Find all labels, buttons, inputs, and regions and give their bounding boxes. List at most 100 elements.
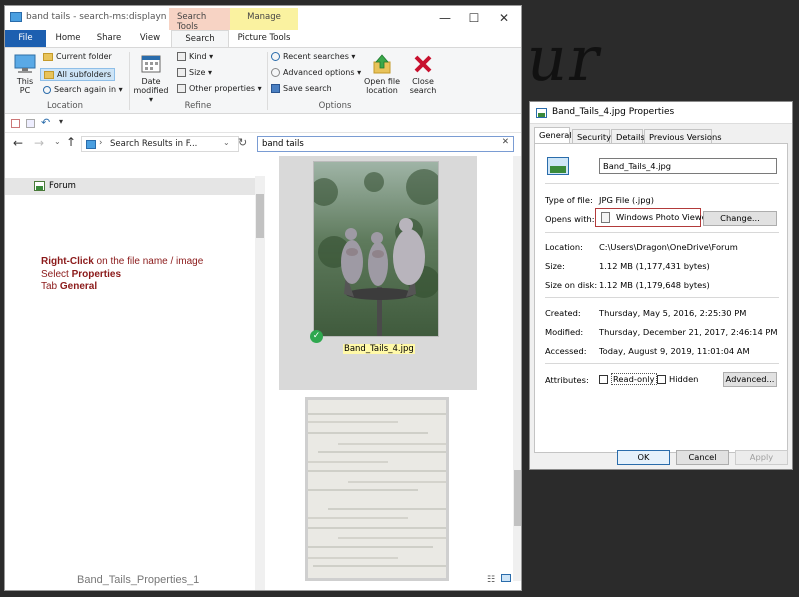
navigation-pane: Forum Right-Click on the file name / ima… [5,156,267,590]
ribbon-tabs: File Home Share View Search Picture Tool… [5,30,521,47]
forward-arrow-icon[interactable]: → [34,136,44,150]
tab-general[interactable]: General [534,127,572,144]
size-button[interactable]: Size ▾ [177,68,212,77]
accessed-value: Today, August 9, 2019, 11:01:04 AM [599,346,750,356]
apply-button[interactable]: Apply [735,450,788,465]
close-button[interactable]: ✕ [493,10,515,26]
date-modified-button[interactable]: Date modified ▾ [131,53,171,104]
current-folder-button[interactable]: Current folder [43,52,112,61]
properties-check-icon[interactable] [11,119,20,128]
tab-file[interactable]: File [5,30,46,47]
minimize-button[interactable]: — [434,10,456,26]
change-button[interactable]: Change... [703,211,777,226]
nav-scrollbar[interactable] [255,176,265,590]
search-icon [43,85,51,94]
hidden-checkbox[interactable]: Hidden [657,374,698,384]
advanced-options-button[interactable]: Advanced options ▾ [271,68,361,77]
cancel-button[interactable]: Cancel [676,450,729,465]
file-tile-band-tails-4[interactable]: ✓ Band_Tails_4.jpg [279,156,477,390]
folders-icon [44,70,54,79]
file-explorer-window: band tails - search-ms:displayname... Se… [4,5,522,591]
new-folder-icon[interactable] [26,119,35,128]
refresh-icon[interactable]: ↻ [238,136,247,149]
refine-group-label: Refine [184,101,212,111]
size-on-disk-label: Size on disk: [545,280,598,290]
close-red-x-icon [414,55,432,73]
close-search-button[interactable]: Close search [406,53,440,95]
nav-item-forum[interactable]: Forum [5,178,255,195]
details-view-icon[interactable]: ☷ [487,575,495,585]
search-input[interactable]: band tails ✕ [257,136,514,152]
attributes-label: Attributes: [545,375,589,385]
kind-icon [177,52,186,61]
open-folder-arrow-icon [373,54,391,74]
all-subfolders-label: All subfolders [57,70,112,79]
save-icon [271,84,280,93]
size-label: Size ▾ [189,68,212,77]
other-properties-label: Other properties ▾ [189,84,262,93]
read-only-checkbox-box[interactable] [599,375,608,384]
navigation-bar: ← → ⌄ ↑ › Search Results in F... ⌄ ↻ ban… [5,133,521,155]
pigeons-photo-thumbnail [313,161,439,337]
save-search-button[interactable]: Save search [271,84,332,93]
maximize-button[interactable]: ☐ [463,10,485,26]
instruction-line1-rest: on the file name / image [93,256,204,267]
this-pc-button[interactable]: This PC [11,53,39,95]
nav-scrollbar-thumb[interactable] [256,194,264,238]
recent-locations-chevron-icon[interactable]: ⌄ [54,137,61,146]
tab-home[interactable]: Home [48,30,88,47]
opens-with-label: Opens with: [545,214,595,224]
tab-share[interactable]: Share [89,30,129,47]
file-name-label[interactable]: Band_Tails_4.jpg [343,344,415,354]
created-value: Thursday, May 5, 2016, 2:25:30 PM [599,308,747,318]
recent-searches-label: Recent searches ▾ [283,52,356,61]
other-properties-button[interactable]: Other properties ▾ [177,84,262,93]
second-image-thumbnail[interactable] [305,397,449,581]
address-bar[interactable]: › Search Results in F... [81,136,239,152]
divider [545,297,779,298]
tab-details[interactable]: Details [611,129,645,144]
customize-qat-icon[interactable]: ▾ [59,117,63,126]
hidden-label: Hidden [669,374,699,384]
instruction-general: General [59,281,98,292]
breadcrumb-chevron-icon: › [99,138,103,148]
all-subfolders-button[interactable]: All subfolders [40,68,116,81]
advanced-options-label: Advanced options ▾ [283,68,362,77]
search-again-in-button[interactable]: Search again in ▾ [43,85,123,94]
ribbon-separator [267,52,268,110]
large-icons-view-icon[interactable] [500,574,511,582]
recent-searches-button[interactable]: Recent searches ▾ [271,52,355,61]
search-tools-context-tab: Search Tools [169,8,230,32]
files-scrollbar[interactable] [513,156,521,581]
tab-search[interactable]: Search [171,30,229,47]
kind-button[interactable]: Kind ▾ [177,52,213,61]
properties-dialog: Band_Tails_4.jpg Properties General Secu… [529,101,793,470]
advanced-button[interactable]: Advanced... [723,372,777,387]
ok-button[interactable]: OK [617,450,670,465]
up-arrow-icon[interactable]: ↑ [66,135,76,149]
clear-search-icon[interactable]: ✕ [502,137,509,147]
tab-previous-versions[interactable]: Previous Versions [644,129,722,144]
ribbon: This PC Current folder All subfolders Se… [5,47,521,114]
open-file-location-button[interactable]: Open file location [361,53,403,95]
filename-field[interactable]: Band_Tails_4.jpg [599,158,777,174]
this-pc-label: This PC [16,77,34,95]
close-search-label: Close search [409,77,437,95]
read-only-checkbox[interactable]: Read-only [599,373,657,385]
clock-icon [271,52,280,61]
tab-security[interactable]: Security [572,129,611,144]
address-dropdown-icon[interactable]: ⌄ [223,138,230,147]
ribbon-separator [129,52,130,110]
title-bar: band tails - search-ms:displayname... Se… [5,6,521,32]
tab-picture-tools[interactable]: Picture Tools [231,30,297,47]
files-scrollbar-thumb[interactable] [514,470,521,526]
general-tab-panel: Band_Tails_4.jpg Type of file: JPG File … [534,143,788,453]
back-arrow-icon[interactable]: ← [13,136,23,150]
undo-icon[interactable]: ↶ [41,116,50,129]
desktop-handwriting: ur [521,22,609,95]
image-caption: Band_Tails_Properties_1 [77,574,200,586]
location-value: C:\Users\Dragon\OneDrive\Forum [599,242,738,252]
hidden-checkbox-box[interactable] [657,375,666,384]
tab-view[interactable]: View [130,30,170,47]
search-results-icon [86,140,96,149]
